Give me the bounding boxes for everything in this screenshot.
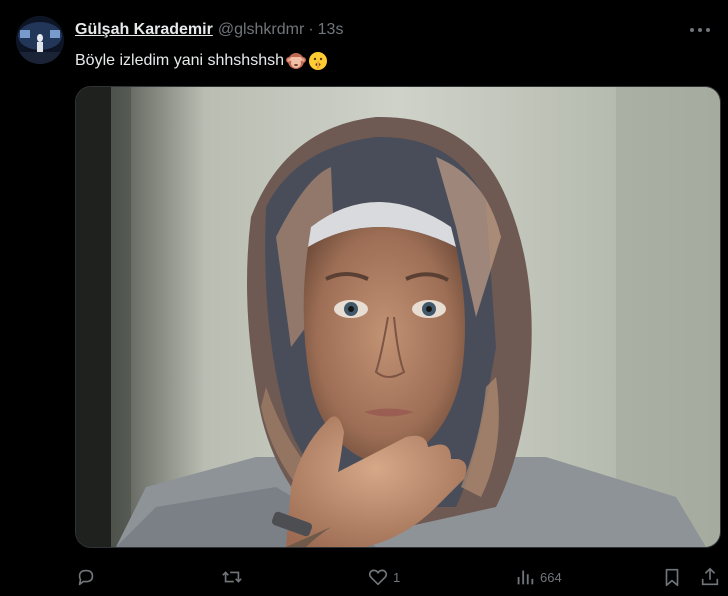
like-count: 1 bbox=[393, 569, 401, 585]
bookmark-button[interactable] bbox=[661, 564, 683, 590]
tweet-text: Böyle izledim yani shhshshsh bbox=[75, 50, 328, 72]
tweet-card[interactable]: Gülşah Karademir @glshkrdmr · 13s Böyle … bbox=[0, 0, 728, 596]
more-options-button[interactable] bbox=[690, 18, 728, 42]
retweet-button[interactable] bbox=[220, 564, 248, 590]
more-dot-icon bbox=[690, 28, 694, 32]
tweet-photo[interactable] bbox=[75, 86, 721, 548]
share-icon bbox=[701, 567, 719, 586]
author-display-name[interactable]: Gülşah Karademir bbox=[75, 21, 213, 39]
shushing-face-icon bbox=[309, 52, 327, 70]
reply-button[interactable] bbox=[75, 564, 101, 590]
views-icon bbox=[517, 570, 534, 585]
share-button[interactable] bbox=[699, 564, 721, 590]
author-handle[interactable]: @glshkrdmr bbox=[218, 21, 304, 39]
views-count: 664 bbox=[540, 569, 562, 585]
retweet-icon bbox=[222, 571, 242, 583]
tweet-timestamp[interactable]: 13s bbox=[318, 21, 344, 39]
tweet-text-content: Böyle izledim yani shhshshsh bbox=[75, 52, 284, 69]
tweet-header: Gülşah Karademir @glshkrdmr · 13s bbox=[75, 20, 343, 40]
like-button[interactable]: 1 bbox=[367, 564, 400, 590]
separator-dot: · bbox=[308, 21, 314, 38]
more-dot-icon bbox=[706, 28, 710, 32]
tweet-actions: 1 664 bbox=[75, 564, 728, 590]
photo-woman-headscarf bbox=[76, 87, 720, 547]
reply-icon bbox=[78, 569, 94, 586]
bookmark-icon bbox=[665, 568, 679, 587]
more-dot-icon bbox=[698, 28, 702, 32]
see-no-evil-monkey-icon bbox=[286, 53, 306, 69]
views-button[interactable]: 664 bbox=[514, 564, 562, 590]
avatar[interactable] bbox=[16, 16, 64, 64]
heart-icon bbox=[368, 569, 388, 586]
